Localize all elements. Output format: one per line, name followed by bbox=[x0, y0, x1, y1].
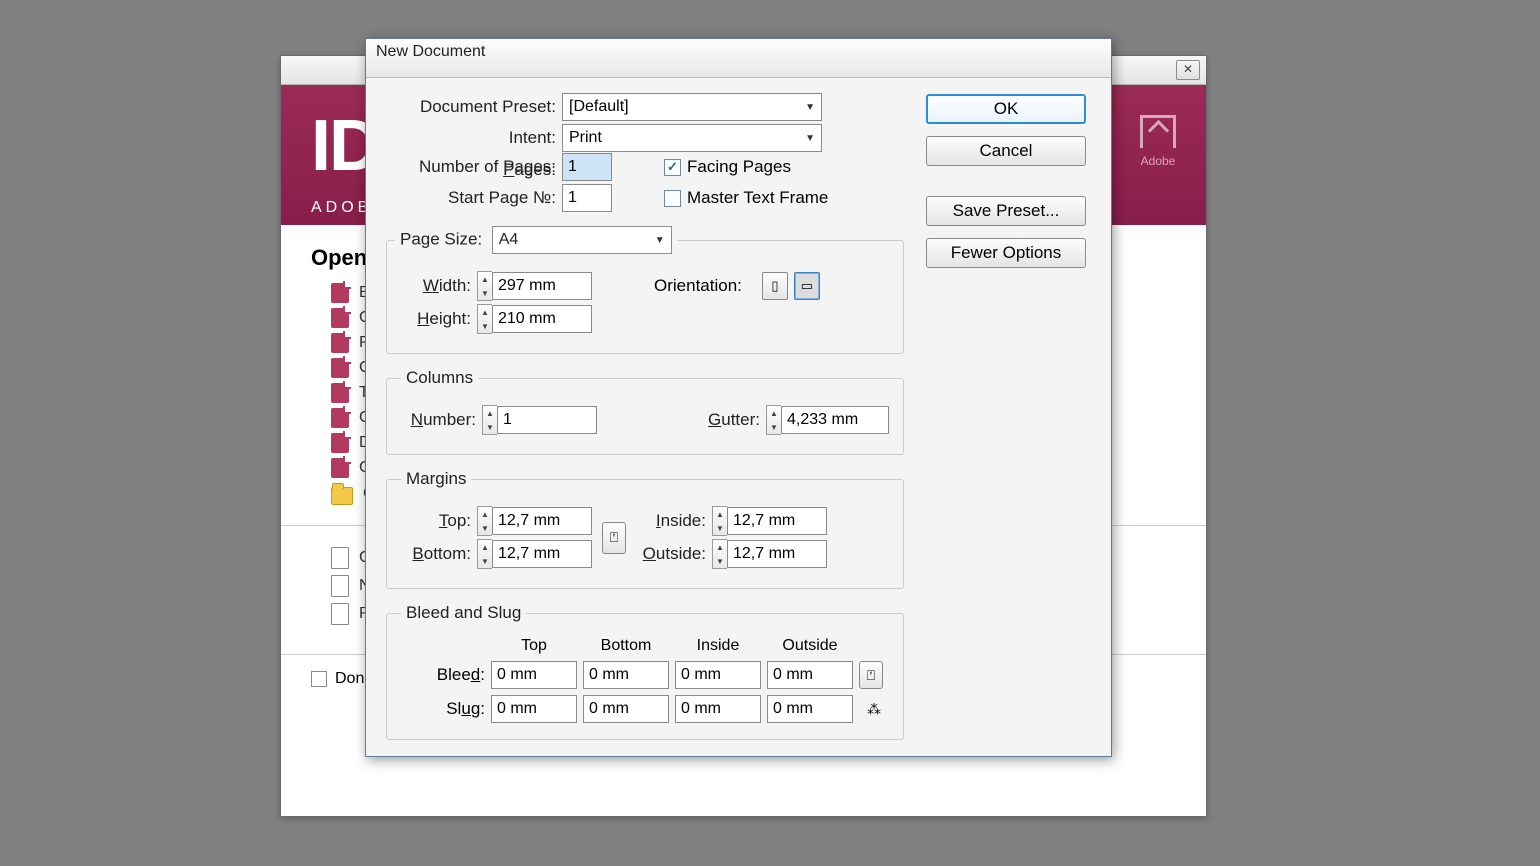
indesign-file-icon bbox=[331, 333, 349, 353]
orientation-landscape-button[interactable]: ▭ bbox=[794, 272, 820, 300]
fewer-options-button[interactable]: Fewer Options bbox=[926, 238, 1086, 268]
width-input[interactable] bbox=[492, 272, 592, 300]
margin-top-input[interactable] bbox=[492, 507, 592, 535]
margin-bottom-spinner[interactable]: ▲▼ bbox=[477, 539, 592, 569]
indesign-file-icon bbox=[331, 283, 349, 303]
slug-inside-input[interactable] bbox=[675, 695, 761, 723]
bleed-bottom-input[interactable] bbox=[583, 661, 669, 689]
doc-icon bbox=[331, 603, 349, 625]
dialog-title: New Document bbox=[366, 39, 1111, 78]
height-input[interactable] bbox=[492, 305, 592, 333]
hd-bottom: Bottom bbox=[583, 637, 669, 655]
bleed-outside-input[interactable] bbox=[767, 661, 853, 689]
num-pages-input[interactable] bbox=[562, 153, 612, 181]
intent-label: Intent: bbox=[386, 128, 556, 148]
margin-outside-label: Outside: bbox=[636, 544, 706, 564]
new-document-dialog: New Document Document Preset: [Default]▼… bbox=[365, 38, 1112, 757]
close-icon[interactable]: ✕ bbox=[1176, 60, 1200, 80]
orientation-label: Orientation: bbox=[654, 276, 742, 296]
bleed-slug-legend: Bleed and Slug bbox=[401, 603, 526, 623]
facing-pages-label: Facing Pages bbox=[687, 157, 791, 177]
doc-icon bbox=[331, 575, 349, 597]
slug-label: Slug: bbox=[401, 699, 485, 719]
margin-bottom-input[interactable] bbox=[492, 540, 592, 568]
bleed-slug-group: Bleed and Slug Top Bottom Inside Outside… bbox=[386, 603, 904, 740]
preset-dropdown[interactable]: [Default]▼ bbox=[562, 93, 822, 121]
page-size-dropdown[interactable]: A4▼ bbox=[492, 226, 672, 254]
indesign-file-icon bbox=[331, 433, 349, 453]
col-number-label: Number: bbox=[401, 410, 476, 430]
height-spinner[interactable]: ▲▼ bbox=[477, 304, 592, 334]
margin-bottom-label: Bottom: bbox=[401, 544, 471, 564]
cancel-button[interactable]: Cancel bbox=[926, 136, 1086, 166]
link-bleed-button[interactable]: ⍞ bbox=[859, 661, 883, 689]
col-number-spinner[interactable]: ▲▼ bbox=[482, 405, 597, 435]
col-number-input[interactable] bbox=[497, 406, 597, 434]
margin-inside-input[interactable] bbox=[727, 507, 827, 535]
indesign-file-icon bbox=[331, 383, 349, 403]
columns-legend: Columns bbox=[401, 368, 478, 388]
start-page-input[interactable] bbox=[562, 184, 612, 212]
link-slug-icon[interactable]: ⁂ bbox=[859, 701, 889, 718]
chevron-down-icon: ▼ bbox=[805, 133, 815, 144]
margins-legend: Margins bbox=[401, 469, 471, 489]
link-margins-button[interactable]: ⍞ bbox=[602, 522, 626, 554]
hd-outside: Outside bbox=[767, 637, 853, 655]
margin-outside-input[interactable] bbox=[727, 540, 827, 568]
slug-bottom-input[interactable] bbox=[583, 695, 669, 723]
indesign-file-icon bbox=[331, 358, 349, 378]
folder-icon bbox=[331, 487, 353, 505]
chevron-down-icon: ▼ bbox=[805, 102, 815, 113]
facing-pages-checkbox[interactable]: ✓ bbox=[664, 159, 681, 176]
margin-inside-label: Inside: bbox=[636, 511, 706, 531]
margins-group: Margins Top: ▲▼ Bottom: ▲▼ ⍞ bbox=[386, 469, 904, 589]
bleed-inside-input[interactable] bbox=[675, 661, 761, 689]
slug-outside-input[interactable] bbox=[767, 695, 853, 723]
indesign-file-icon bbox=[331, 458, 349, 478]
gutter-label: Gutter: bbox=[708, 410, 760, 430]
hd-inside: Inside bbox=[675, 637, 761, 655]
indesign-file-icon bbox=[331, 308, 349, 328]
start-page-label: Start Page №: bbox=[386, 188, 556, 208]
page-size-group: Page Size: A4▼ Width: ▲▼ Orientation: ▯ … bbox=[386, 226, 904, 354]
margin-inside-spinner[interactable]: ▲▼ bbox=[712, 506, 827, 536]
chevron-down-icon: ▼ bbox=[655, 235, 665, 246]
preset-label: Document Preset: bbox=[386, 97, 556, 117]
product-name: ADOB bbox=[311, 199, 372, 217]
indesign-file-icon bbox=[331, 408, 349, 428]
save-preset-button[interactable]: Save Preset... bbox=[926, 196, 1086, 226]
width-label: Width: bbox=[401, 276, 471, 296]
num-pages-label: Number of Pages: bbox=[386, 157, 556, 177]
height-label: Height: bbox=[401, 309, 471, 329]
gutter-spinner[interactable]: ▲▼ bbox=[766, 405, 889, 435]
orientation-portrait-button[interactable]: ▯ bbox=[762, 272, 788, 300]
columns-group: Columns Number: ▲▼ Gutter: ▲▼ bbox=[386, 368, 904, 455]
gutter-input[interactable] bbox=[781, 406, 889, 434]
master-text-checkbox[interactable] bbox=[664, 190, 681, 207]
hd-top: Top bbox=[491, 637, 577, 655]
margin-top-label: Top: bbox=[401, 511, 471, 531]
master-text-label: Master Text Frame bbox=[687, 188, 828, 208]
adobe-logo: Adobe bbox=[1140, 115, 1176, 168]
bleed-top-input[interactable] bbox=[491, 661, 577, 689]
margin-top-spinner[interactable]: ▲▼ bbox=[477, 506, 592, 536]
slug-top-input[interactable] bbox=[491, 695, 577, 723]
bleed-label: Bleed: bbox=[401, 665, 485, 685]
intent-dropdown[interactable]: Print▼ bbox=[562, 124, 822, 152]
ok-button[interactable]: OK bbox=[926, 94, 1086, 124]
doc-icon bbox=[331, 547, 349, 569]
page-size-label: Page Size: bbox=[400, 229, 482, 248]
margin-outside-spinner[interactable]: ▲▼ bbox=[712, 539, 827, 569]
width-spinner[interactable]: ▲▼ bbox=[477, 271, 592, 301]
